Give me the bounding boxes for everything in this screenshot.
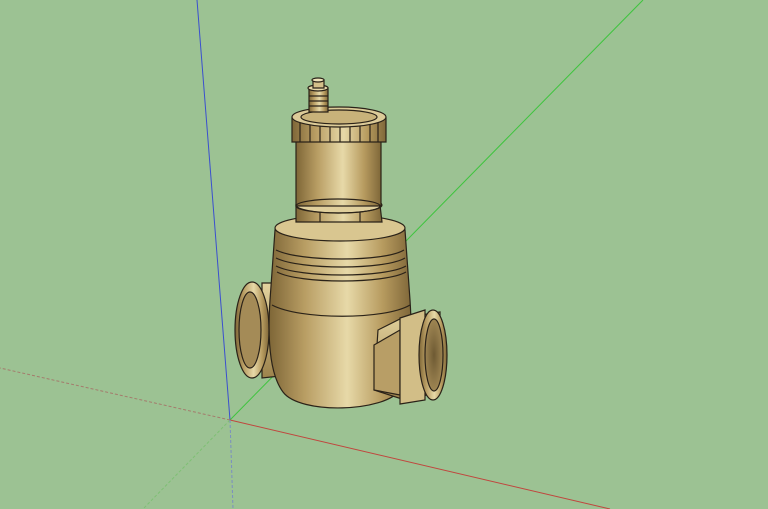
axis-red [229,419,611,509]
axis-blue [196,0,231,421]
3d-viewport[interactable] [0,0,768,509]
air-vent-stem [307,77,329,113]
brass-valve-model[interactable] [234,77,448,409]
upper-cylinder [295,139,382,214]
cap-ring [291,106,387,143]
viewport-scene[interactable] [0,0,768,509]
axis-green-negative [142,419,231,509]
axis-blue-negative [229,419,234,509]
axis-red-negative [0,367,231,421]
